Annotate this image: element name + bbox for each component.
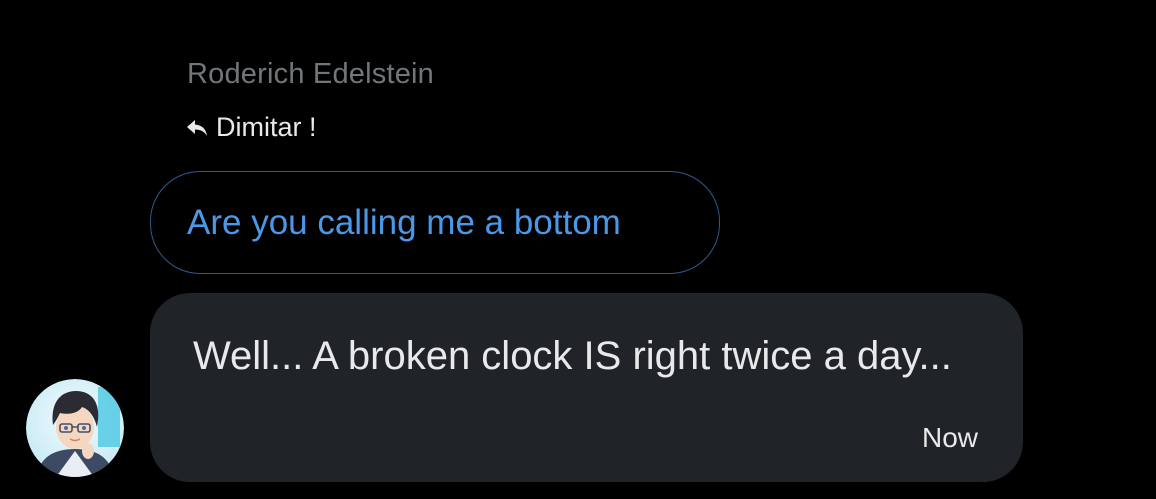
avatar[interactable] bbox=[26, 379, 124, 477]
reply-context-label: Dimitar ! bbox=[216, 112, 317, 142]
message-timestamp: Now bbox=[921, 422, 978, 453]
reply-context[interactable]: Dimitar ! bbox=[186, 112, 317, 143]
quoted-message[interactable]: Are you calling me a bottom bbox=[150, 171, 720, 274]
message-bubble[interactable]: Well... A broken clock IS right twice a … bbox=[150, 293, 1023, 482]
user-avatar-icon bbox=[26, 379, 124, 477]
reply-arrow-icon bbox=[186, 118, 208, 138]
message-text: Well... A broken clock IS right twice a … bbox=[193, 334, 952, 378]
quoted-message-text: Are you calling me a bottom bbox=[187, 202, 621, 242]
sender-name: Roderich Edelstein bbox=[187, 58, 435, 90]
